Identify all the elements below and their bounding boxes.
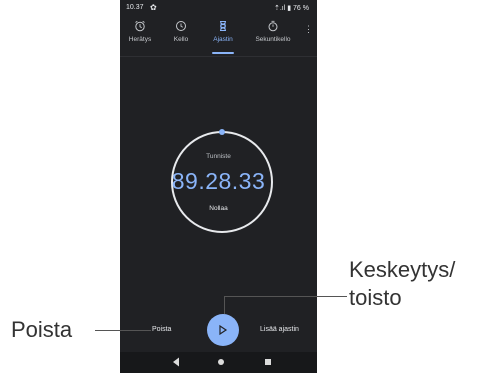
tab-timer-label: Ajastin: [213, 36, 233, 43]
status-indicators: ⇡.ıl ▮ 76 %: [273, 5, 309, 12]
tab-alarm-label: Herätys: [128, 36, 152, 43]
play-icon: [219, 324, 228, 336]
tab-stopwatch-label: Sekuntikello: [255, 36, 291, 43]
navigation-bar: [120, 352, 317, 373]
annotation-pause-play-leader-h: [224, 296, 347, 297]
annotation-pause-play-line1: Keskeytys/: [349, 257, 456, 282]
timer-label[interactable]: Tunniste: [120, 153, 317, 160]
home-icon[interactable]: [218, 359, 224, 365]
add-timer-button[interactable]: Lisää ajastin: [260, 326, 299, 333]
tab-clock[interactable]: Kello: [166, 16, 196, 54]
tab-clock-label: Kello: [173, 36, 189, 43]
hourglass-icon: [206, 20, 240, 34]
reset-button[interactable]: Nollaa: [120, 205, 317, 212]
annotation-delete: Poista: [11, 317, 73, 342]
timer-time-readout: 89.28.33: [171, 168, 266, 194]
alarm-icon: [122, 20, 158, 34]
dial-progress-knob[interactable]: [219, 129, 225, 135]
clock-icon: [166, 20, 196, 34]
tab-timer[interactable]: Ajastin: [206, 16, 240, 54]
annotation-pause-play: Keskeytys/ toisto: [349, 256, 455, 312]
annotation-pause-play-leader-v: [224, 296, 225, 314]
active-tab-indicator: [212, 52, 234, 54]
delete-timer-button[interactable]: Poista: [152, 326, 171, 333]
annotation-pause-play-line2: toisto: [349, 285, 402, 310]
status-time: 10.37: [126, 4, 144, 11]
tab-stopwatch[interactable]: Sekuntikello: [248, 16, 298, 54]
tab-bar: Herätys Kello Ajastin Sekuntikello ⋮: [120, 16, 317, 56]
status-bar: 10.37 ✿ ⇡.ıl ▮ 76 %: [120, 0, 317, 16]
more-options-icon[interactable]: ⋮: [304, 24, 313, 35]
phone-screen: 10.37 ✿ ⇡.ıl ▮ 76 % Herätys Kello Ajasti…: [120, 0, 317, 373]
annotation-delete-leader: [95, 330, 151, 331]
stopwatch-icon: [248, 20, 298, 34]
tab-alarm[interactable]: Herätys: [122, 16, 158, 54]
back-icon[interactable]: [172, 357, 180, 367]
tab-divider: [120, 56, 317, 57]
settings-gear-icon: ✿: [150, 3, 157, 12]
play-pause-button[interactable]: [207, 314, 239, 346]
recents-icon[interactable]: [265, 359, 271, 365]
